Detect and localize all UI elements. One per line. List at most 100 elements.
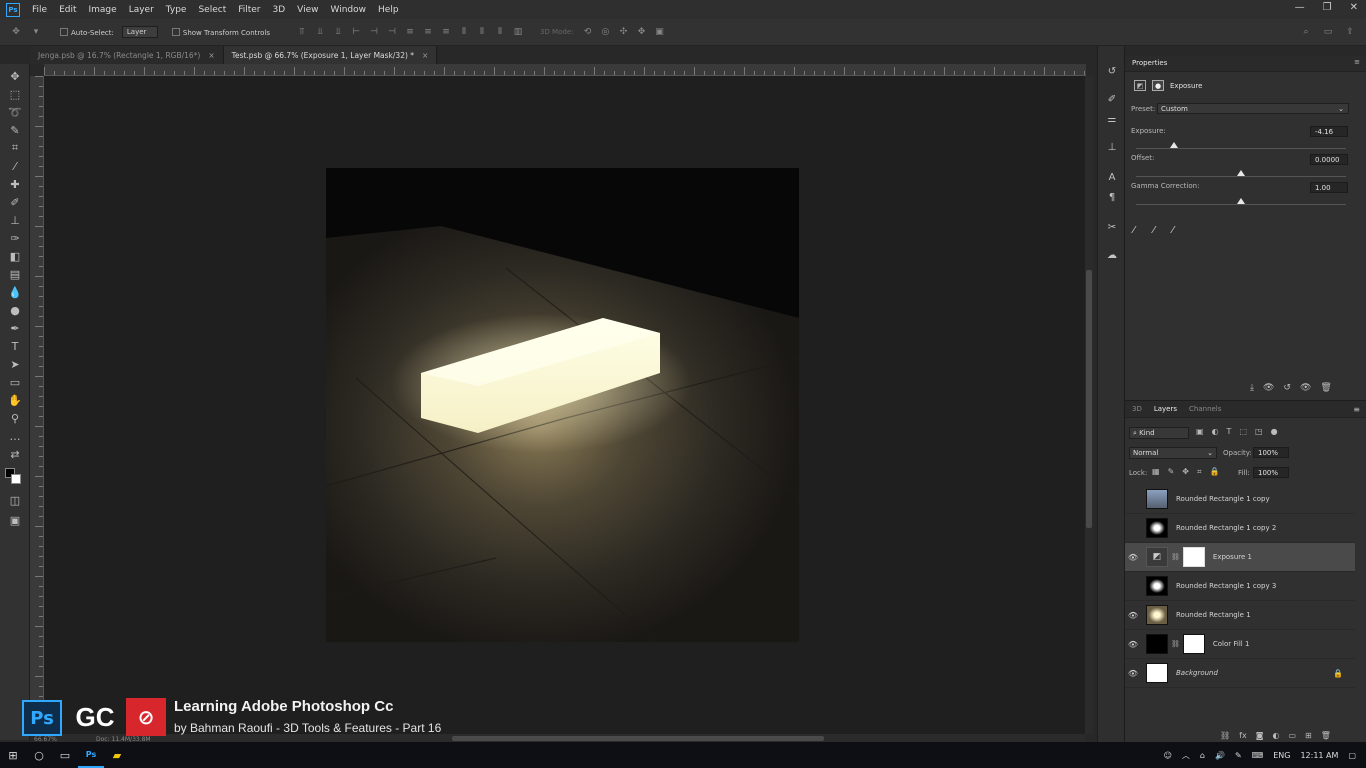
menu-window[interactable]: Window bbox=[325, 5, 373, 15]
lock-position-icon[interactable]: ✥ bbox=[1182, 467, 1189, 477]
document-canvas[interactable] bbox=[326, 168, 799, 642]
blur-tool-icon[interactable]: 💧 bbox=[6, 284, 24, 300]
menu-filter[interactable]: Filter bbox=[232, 5, 266, 15]
menu-select[interactable]: Select bbox=[192, 5, 232, 15]
filter-toggle-icon[interactable]: ● bbox=[1271, 427, 1278, 436]
distribute-vcenter-icon[interactable]: ≡ bbox=[422, 27, 434, 37]
gamma-slider-track[interactable] bbox=[1136, 204, 1346, 205]
close-button[interactable]: ✕ bbox=[1350, 2, 1358, 13]
clock[interactable]: 12:11 AM bbox=[1300, 751, 1338, 760]
align-bottom-icon[interactable]: ⫫ bbox=[332, 27, 344, 37]
eraser-tool-icon[interactable]: ◧ bbox=[6, 248, 24, 264]
shape-tool-icon[interactable]: ▭ bbox=[6, 374, 24, 390]
lock-artboard-icon[interactable]: ⌗ bbox=[1197, 467, 1202, 477]
auto-align-icon[interactable]: ▥ bbox=[512, 27, 524, 37]
layer-row[interactable]: Rounded Rectangle 1 copy bbox=[1125, 485, 1355, 514]
new-adjustment-icon[interactable]: ◐ bbox=[1272, 731, 1279, 740]
trash-icon[interactable]: 🗑 bbox=[1320, 383, 1331, 393]
exposure-input[interactable]: -4.16 bbox=[1310, 126, 1348, 137]
swap-colors-icon[interactable]: ⇄ bbox=[6, 446, 24, 462]
trash-icon[interactable]: 🗑 bbox=[1321, 731, 1331, 740]
search-icon[interactable]: ⌕ bbox=[1300, 27, 1312, 37]
history-icon[interactable]: ↺ bbox=[1105, 64, 1119, 78]
offset-slider-knob[interactable] bbox=[1237, 170, 1245, 176]
add-mask-icon[interactable]: ◙ bbox=[1256, 731, 1264, 740]
menu-image[interactable]: Image bbox=[83, 5, 123, 15]
menu-view[interactable]: View bbox=[291, 5, 324, 15]
new-layer-icon[interactable]: ⊞ bbox=[1305, 731, 1312, 740]
libraries-icon[interactable]: ☁ bbox=[1105, 248, 1119, 262]
clone-source-icon[interactable]: ⊥ bbox=[1105, 140, 1119, 154]
horizontal-scroll-thumb[interactable] bbox=[452, 736, 824, 741]
distribute-right-icon[interactable]: ⦀ bbox=[494, 27, 506, 37]
menu-type[interactable]: Type bbox=[160, 5, 193, 15]
align-right-icon[interactable]: ⊣ bbox=[386, 27, 398, 37]
reset-icon[interactable]: ↺ bbox=[1283, 383, 1291, 393]
new-group-icon[interactable]: ▭ bbox=[1288, 731, 1296, 740]
path-select-tool-icon[interactable]: ➤ bbox=[6, 356, 24, 372]
tab-layers[interactable]: Layers bbox=[1154, 405, 1177, 413]
windows-start-icon[interactable]: ⊞ bbox=[0, 742, 26, 768]
vertical-scroll-thumb[interactable] bbox=[1086, 270, 1092, 528]
slide-icon[interactable]: ✥ bbox=[635, 27, 647, 37]
panel-menu-icon[interactable]: ≡ bbox=[1354, 58, 1360, 66]
gamma-input[interactable]: 1.00 bbox=[1310, 182, 1348, 193]
offset-slider-track[interactable] bbox=[1136, 176, 1346, 177]
type-tool-icon[interactable]: T bbox=[6, 338, 24, 354]
layer-filter-dropdown[interactable]: ⌕ Kind bbox=[1129, 427, 1189, 439]
tab-channels[interactable]: Channels bbox=[1189, 405, 1221, 413]
zoom-tool-icon[interactable]: ⚲ bbox=[6, 410, 24, 426]
gradient-tool-icon[interactable]: ▤ bbox=[6, 266, 24, 282]
roll-icon[interactable]: ◎ bbox=[599, 27, 611, 37]
eye-icon[interactable]: 👁 bbox=[1125, 669, 1141, 678]
pen-icon[interactable]: ✎ bbox=[1235, 751, 1242, 760]
visibility-icon[interactable]: 👁 bbox=[1300, 383, 1311, 393]
adjustments-icon[interactable]: ⚌ bbox=[1105, 112, 1119, 126]
distribute-top-icon[interactable]: ≡ bbox=[404, 27, 416, 37]
layer-mask-thumbnail[interactable] bbox=[1182, 547, 1205, 567]
screen-mode-icon[interactable]: ▣ bbox=[6, 512, 24, 528]
link-layers-icon[interactable]: ⛓ bbox=[1220, 731, 1230, 740]
layer-row[interactable]: 👁 ⛓ Color Fill 1 bbox=[1125, 630, 1355, 659]
align-top-icon[interactable]: ⫪ bbox=[296, 27, 308, 37]
view-previous-icon[interactable]: 👁 bbox=[1263, 383, 1274, 393]
close-icon[interactable]: × bbox=[422, 51, 428, 60]
network-icon[interactable]: ⌂ bbox=[1200, 751, 1205, 760]
layer-row[interactable]: Rounded Rectangle 1 copy 3 bbox=[1125, 572, 1355, 601]
layer-row[interactable]: 👁 ◩ ⛓ Exposure 1 bbox=[1125, 543, 1355, 572]
people-icon[interactable]: ☺ bbox=[1164, 751, 1172, 760]
menu-layer[interactable]: Layer bbox=[123, 5, 160, 15]
minimize-button[interactable]: — bbox=[1295, 2, 1305, 13]
quick-mask-icon[interactable]: ◫ bbox=[6, 492, 24, 508]
clip-to-layer-icon[interactable]: ⤓ bbox=[1250, 383, 1254, 393]
exposure-slider-knob[interactable] bbox=[1169, 142, 1178, 148]
white-eyedropper-icon[interactable]: ⁄ bbox=[1172, 225, 1174, 236]
align-hcenter-icon[interactable]: ⊣ bbox=[368, 27, 380, 37]
stamp-tool-icon[interactable]: ⊥ bbox=[6, 212, 24, 228]
chevron-up-icon[interactable]: ︿ bbox=[1182, 750, 1190, 761]
menu-edit[interactable]: Edit bbox=[53, 5, 82, 15]
show-transform-checkbox[interactable]: Show Transform Controls bbox=[171, 28, 270, 37]
gamma-slider-knob[interactable] bbox=[1237, 198, 1245, 204]
brush-settings-icon[interactable]: ✐ bbox=[1105, 92, 1119, 106]
offset-input[interactable]: 0.0000 bbox=[1310, 154, 1348, 165]
eye-icon[interactable]: 👁 bbox=[1125, 611, 1141, 620]
move-tool-icon[interactable]: ✥ bbox=[10, 27, 22, 37]
character-icon[interactable]: A bbox=[1105, 170, 1119, 184]
lasso-tool-icon[interactable]: ➰ bbox=[6, 104, 24, 120]
shape-filter-icon[interactable]: ⬚ bbox=[1239, 427, 1247, 436]
gray-eyedropper-icon[interactable]: ⁄ bbox=[1153, 225, 1155, 236]
exposure-slider-track[interactable] bbox=[1136, 148, 1346, 149]
close-icon[interactable]: × bbox=[208, 51, 214, 60]
lock-pixels-icon[interactable]: ✎ bbox=[1168, 467, 1175, 477]
type-filter-icon[interactable]: T bbox=[1227, 427, 1232, 436]
mask-icon[interactable]: ● bbox=[1152, 80, 1164, 91]
tool-presets-icon[interactable]: ✂ bbox=[1105, 220, 1119, 234]
black-eyedropper-icon[interactable]: ⁄ bbox=[1133, 225, 1135, 236]
tab-3d[interactable]: 3D bbox=[1132, 405, 1142, 413]
eyedropper-tool-icon[interactable]: ⁄ bbox=[6, 158, 24, 174]
menu-help[interactable]: Help bbox=[372, 5, 405, 15]
lock-all-icon[interactable]: 🔒 bbox=[1209, 467, 1219, 477]
restore-button[interactable]: ❐ bbox=[1323, 2, 1332, 13]
scale-icon[interactable]: ▣ bbox=[653, 27, 665, 37]
